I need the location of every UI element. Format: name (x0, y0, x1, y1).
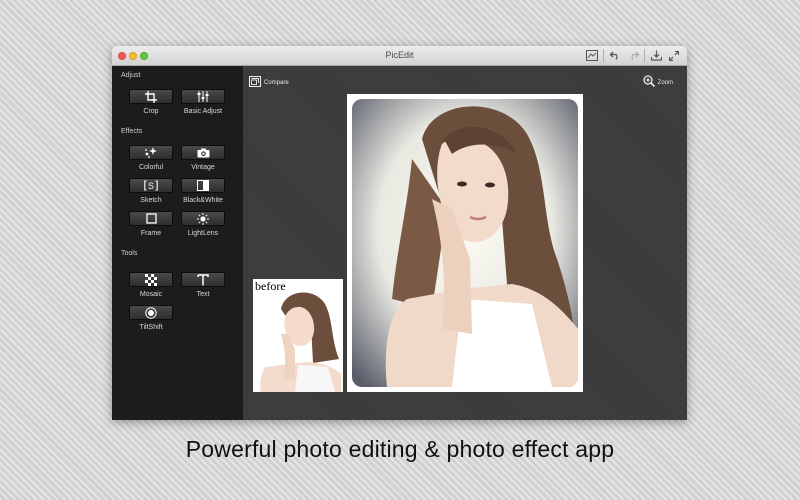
sketch-button[interactable]: S (129, 178, 173, 193)
text-button[interactable] (181, 272, 225, 287)
fullscreen-icon[interactable] (667, 49, 681, 62)
mosaic-icon (145, 273, 157, 286)
vintage-tool[interactable]: Vintage (181, 145, 227, 171)
app-window: PicEdit Adjust Crop Basic Adjust Effects… (112, 46, 687, 420)
frame-tool[interactable]: Frame (129, 211, 175, 237)
sketch-tool[interactable]: S Sketch (129, 178, 175, 204)
tool-label: Colorful (138, 164, 164, 171)
colorful-tool[interactable]: Colorful (129, 145, 175, 171)
black-white-button[interactable] (181, 178, 225, 193)
zoom-button[interactable]: Zoom (643, 74, 673, 92)
frame-button[interactable] (129, 211, 173, 226)
edited-photo[interactable] (347, 94, 583, 392)
text-icon (197, 273, 209, 286)
compare-doc-icon[interactable] (585, 49, 599, 62)
sliders-icon (197, 91, 209, 102)
vintage-button[interactable] (181, 145, 225, 160)
mosaic-button[interactable] (129, 272, 173, 287)
tool-label: LightLens (187, 230, 219, 237)
black-white-icon (197, 180, 209, 191)
zoom-label: Zoom (657, 80, 673, 86)
basic-adjust-tool[interactable]: Basic Adjust (181, 89, 227, 115)
crop-button[interactable] (129, 89, 173, 104)
section-title-tools: Tools (121, 250, 138, 257)
tool-label: Frame (140, 230, 162, 237)
tools-sidebar: Adjust Crop Basic Adjust Effects Colorfu… (112, 66, 243, 420)
tool-label: Black&White (183, 197, 223, 204)
tool-label: Crop (143, 108, 159, 115)
undo-icon[interactable] (608, 49, 622, 62)
svg-text:S: S (148, 181, 154, 191)
frame-icon (145, 213, 157, 224)
tool-label: Mosaic (139, 291, 163, 298)
lightlens-tool[interactable]: LightLens (181, 211, 227, 237)
mosaic-tool[interactable]: Mosaic (129, 272, 175, 298)
before-label: before (255, 279, 286, 293)
basic-adjust-button[interactable] (181, 89, 225, 104)
tiltshift-button[interactable] (129, 305, 173, 320)
titlebar-toolbar (585, 49, 681, 62)
section-title-adjust: Adjust (121, 72, 141, 79)
before-thumbnail[interactable]: before (253, 279, 343, 392)
compare-label: Compare (264, 80, 289, 86)
editing-canvas: Compare Zoom before (243, 66, 687, 420)
compare-icon (249, 74, 261, 92)
tool-label: Vintage (191, 164, 215, 171)
before-photo-image (253, 279, 343, 392)
sketch-icon: S (144, 180, 158, 191)
zoom-icon (643, 74, 655, 92)
redo-icon[interactable] (626, 49, 640, 62)
edited-photo-image (352, 99, 578, 387)
tool-label: Sketch (140, 197, 162, 204)
crop-tool[interactable]: Crop (129, 89, 175, 115)
colorful-button[interactable] (129, 145, 173, 160)
camera-icon (197, 148, 210, 158)
export-icon[interactable] (649, 49, 663, 62)
compare-button[interactable]: Compare (249, 74, 289, 92)
lightlens-button[interactable] (181, 211, 225, 226)
tool-label: Text (196, 291, 210, 298)
tiltshift-icon (145, 306, 157, 319)
toolbar-separator (603, 49, 604, 62)
toolbar-separator (644, 49, 645, 62)
title-bar: PicEdit (112, 46, 687, 66)
promo-caption: Powerful photo editing & photo effect ap… (185, 436, 615, 462)
tool-label: TiltShift (139, 324, 163, 331)
sparkle-icon (144, 147, 158, 158)
sun-icon (197, 212, 209, 225)
crop-icon (145, 90, 157, 103)
text-tool[interactable]: Text (181, 272, 227, 298)
tool-label: Basic Adjust (183, 108, 223, 115)
tiltshift-tool[interactable]: TiltShift (129, 305, 175, 331)
section-title-effects: Effects (121, 128, 143, 135)
black-white-tool[interactable]: Black&White (181, 178, 227, 204)
